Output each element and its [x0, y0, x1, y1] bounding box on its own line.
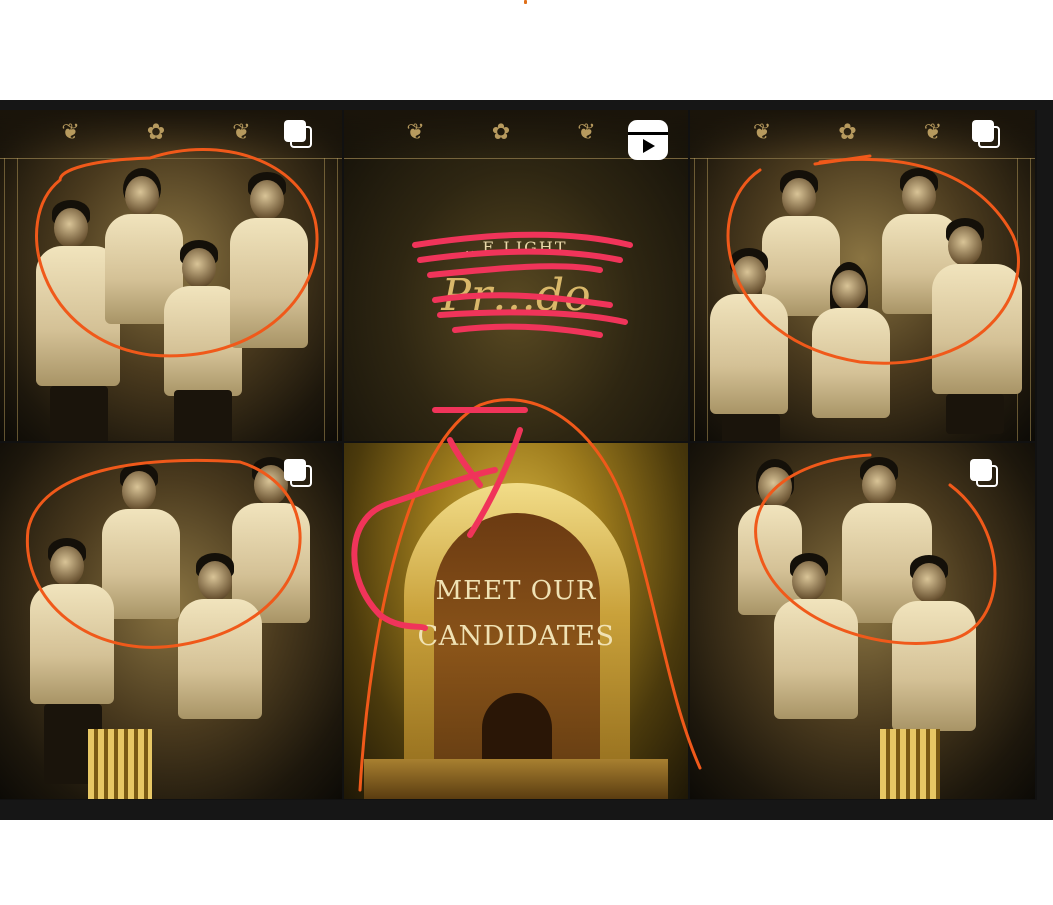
post-title-line1: …E LIGHT [464, 238, 568, 257]
reels-icon [628, 120, 668, 160]
post-title-line2: Pr…do [441, 270, 591, 321]
post-tile-6[interactable] [690, 443, 1037, 801]
post-tile-2[interactable]: …E LIGHT Pr…do [344, 110, 690, 443]
multiple-posts-icon [284, 120, 314, 150]
multiple-posts-icon [972, 120, 1002, 150]
top-dot [524, 0, 527, 4]
candidate-group [0, 110, 342, 441]
candidate-group [690, 443, 1035, 799]
steps-illustration [364, 759, 668, 799]
candidate-group [0, 443, 342, 799]
column-ornament [88, 729, 152, 799]
post-tile-4[interactable] [0, 443, 344, 801]
bottom-bar [0, 800, 1053, 820]
meet-our-text: MEET OUR [435, 576, 597, 606]
profile-grid-area: …E LIGHT Pr…do [0, 100, 1053, 820]
candidates-text: CANDIDATES [417, 621, 615, 652]
candidate-group [690, 110, 1035, 441]
post-tile-3[interactable] [690, 110, 1037, 443]
multiple-posts-icon [970, 459, 1000, 489]
post-tile-5[interactable]: MEET OUR CANDIDATES [344, 443, 690, 801]
post-tile-1[interactable] [0, 110, 344, 443]
right-strip [1037, 100, 1053, 820]
column-ornament [880, 729, 940, 799]
post-grid: …E LIGHT Pr…do [0, 110, 1037, 905]
multiple-posts-icon [284, 459, 314, 489]
